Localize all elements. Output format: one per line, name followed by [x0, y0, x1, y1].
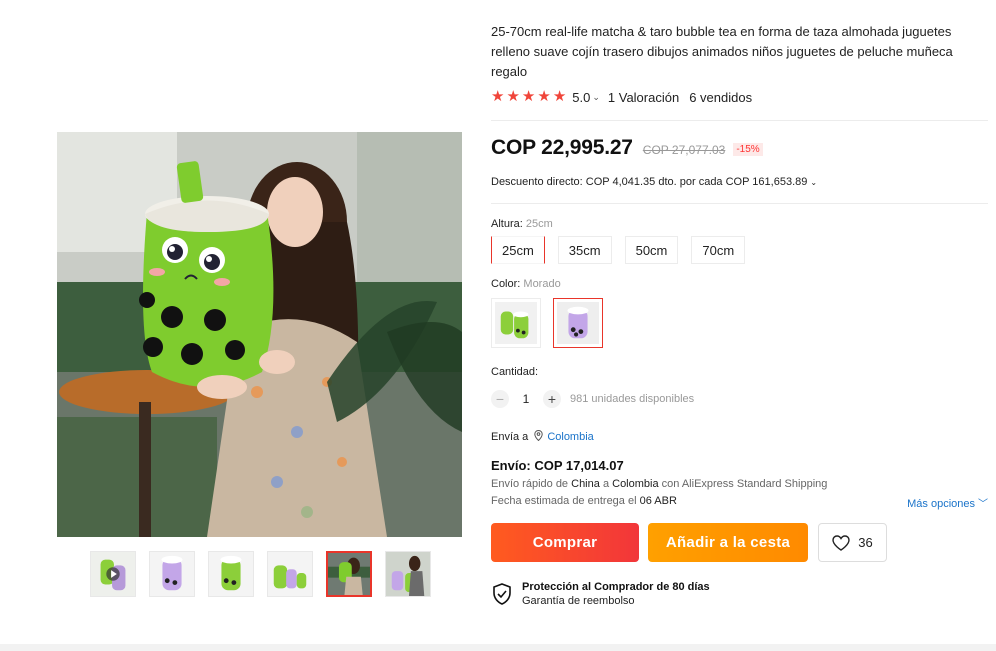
protection-title: Protección al Comprador de 80 días — [522, 581, 710, 593]
rating-stars: ★ ★ ★ ★ ★ — [491, 88, 567, 105]
main-product-image[interactable] — [57, 132, 462, 537]
buyer-protection: Protección al Comprador de 80 días Garan… — [491, 581, 991, 607]
color-selected-value: Morado — [523, 278, 561, 290]
star-icon: ★ — [537, 88, 551, 105]
delivery-estimate-prefix: Fecha estimada de entrega el — [491, 495, 637, 507]
size-options: 25cm 35cm 50cm 70cm — [491, 236, 991, 264]
quantity-increase-button[interactable]: + — [543, 390, 561, 408]
shipping-method: Envío rápido de China a Colombia con Ali… — [491, 478, 991, 490]
heart-icon — [832, 534, 850, 551]
shipping-destination: Colombia — [612, 478, 659, 490]
discount-badge: -15% — [733, 143, 763, 156]
size-option-25cm[interactable]: 25cm — [491, 236, 545, 264]
product-info: 25-70cm real-life matcha & taro bubble t… — [491, 22, 991, 607]
thumbnail-1[interactable] — [90, 551, 136, 597]
shipping-method-mid: a — [602, 478, 610, 490]
size-option-70cm[interactable]: 70cm — [691, 236, 746, 264]
chevron-down-icon[interactable]: ⌄ — [592, 92, 600, 103]
reviews-link[interactable]: 1 Valoración — [608, 90, 679, 105]
star-icon: ★ — [491, 88, 505, 105]
shipping-method-carrier: con AliExpress Standard Shipping — [661, 478, 828, 490]
thumbnail-4[interactable] — [267, 551, 313, 597]
more-options-label: Más opciones — [907, 498, 975, 510]
current-price: COP 22,995.27 — [491, 136, 633, 159]
thumbnail-2[interactable] — [149, 551, 195, 597]
add-to-cart-button[interactable]: Añadir a la cesta — [648, 523, 808, 562]
location-pin-icon — [534, 429, 544, 444]
delivery-estimate: Fecha estimada de entrega el 06 ABR — [491, 495, 677, 510]
size-label: Altura: 25cm — [491, 218, 991, 230]
product-photo — [57, 132, 462, 537]
wishlist-button[interactable]: 36 — [818, 523, 887, 562]
ship-to-label: Envía a — [491, 431, 529, 443]
size-label-text: Altura: — [491, 218, 523, 230]
ship-to-country-link[interactable]: Colombia — [547, 431, 593, 443]
action-buttons: Comprar Añadir a la cesta 36 — [491, 523, 991, 562]
color-options — [491, 298, 991, 348]
thumbnail-5[interactable] — [326, 551, 372, 597]
original-price: COP 27,077.03 — [642, 143, 726, 157]
shipping-cost: Envío: COP 17,014.07 — [491, 458, 624, 473]
color-option-purple[interactable] — [553, 298, 603, 348]
delivery-estimate-row: Fecha estimada de entrega el 06 ABR Más … — [491, 495, 988, 510]
star-icon: ★ — [521, 88, 536, 105]
color-option-green[interactable] — [491, 298, 541, 348]
price-row: COP 22,995.27 COP 27,077.03 -15% — [491, 136, 991, 160]
quantity-decrease-button[interactable]: − — [491, 390, 509, 408]
product-title: 25-70cm real-life matcha & taro bubble t… — [491, 24, 953, 79]
quantity-input[interactable]: 1 — [509, 392, 543, 406]
chevron-down-icon: ﹀ — [978, 499, 988, 510]
delivery-date: 06 ABR — [639, 495, 677, 507]
star-icon: ★ — [506, 88, 520, 105]
more-shipping-options-link[interactable]: Más opciones ﹀ — [907, 495, 988, 510]
stock-available: 981 unidades disponibles — [570, 393, 695, 405]
buy-now-button[interactable]: Comprar — [491, 523, 639, 562]
quantity-label: Cantidad: — [491, 366, 539, 378]
ship-to-row: Envía a Colombia — [491, 429, 991, 444]
size-option-35cm[interactable]: 35cm — [557, 236, 612, 264]
page-bottom-divider — [0, 644, 996, 651]
star-icon: ★ — [552, 88, 567, 105]
size-option-50cm[interactable]: 50cm — [624, 236, 679, 264]
rating-row: ★ ★ ★ ★ ★ 5.0 ⌄ 1 Valoración 6 vendidos — [491, 89, 991, 105]
wishlist-count: 36 — [858, 535, 873, 550]
sold-count: 6 vendidos — [689, 89, 753, 105]
quantity-stepper: − 1 + 981 unidades disponibles — [491, 390, 991, 408]
divider — [491, 120, 988, 121]
thumbnail-6[interactable] — [385, 551, 431, 597]
coupon-info[interactable]: Descuento directo: COP 4,041.35 dto. por… — [491, 176, 991, 188]
thumbnail-3[interactable] — [208, 551, 254, 597]
shipping-method-prefix: Envío rápido de — [491, 478, 569, 490]
protection-subtitle: Garantía de reembolso — [522, 595, 635, 607]
color-label-text: Color: — [491, 278, 521, 290]
rating-score[interactable]: 5.0 — [572, 90, 590, 105]
divider — [491, 203, 988, 204]
color-label: Color: Morado — [491, 278, 991, 290]
thumbnail-strip — [90, 551, 431, 597]
chevron-down-icon[interactable]: ⌄ — [810, 178, 817, 187]
shipping-origin: China — [571, 478, 600, 490]
coupon-text: Descuento directo: COP 4,041.35 dto. por… — [491, 176, 808, 188]
size-selected-value: 25cm — [525, 218, 553, 230]
shield-check-icon — [493, 583, 511, 605]
